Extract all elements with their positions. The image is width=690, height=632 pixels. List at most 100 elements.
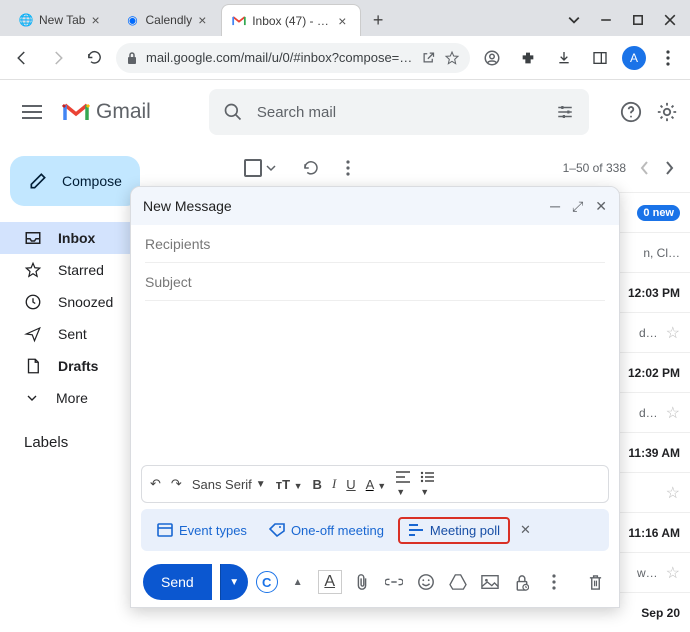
star-icon bbox=[24, 261, 42, 279]
calendly-extension-bar: Event types One-off meeting Meeting poll… bbox=[141, 509, 609, 551]
help-icon[interactable] bbox=[620, 101, 642, 123]
draft-icon bbox=[24, 357, 42, 375]
globe-icon: 🌐 bbox=[19, 13, 33, 27]
maximize-icon[interactable] bbox=[632, 14, 644, 26]
bold-icon[interactable]: B bbox=[313, 477, 322, 492]
ext-one-off-meeting[interactable]: One-off meeting bbox=[261, 519, 392, 542]
back-button[interactable] bbox=[8, 44, 36, 72]
tab-title: Calendly bbox=[145, 13, 192, 27]
dropdown-icon[interactable]: ▲ bbox=[286, 577, 310, 588]
gmail-icon bbox=[232, 14, 246, 28]
tab-title: New Tab bbox=[39, 13, 85, 27]
gmail-logo[interactable]: Gmail bbox=[62, 100, 151, 124]
send-options-button[interactable]: ▼ bbox=[220, 564, 248, 600]
calendly-c-icon[interactable]: C bbox=[256, 571, 278, 593]
clock-icon bbox=[24, 293, 42, 311]
compose-body[interactable] bbox=[131, 301, 619, 465]
font-selector[interactable]: Sans Serif ▼ bbox=[192, 477, 266, 492]
tag-icon bbox=[269, 523, 285, 537]
compose-window: New Message ─ ⤢ ✕ Recipients Subject ↶ ↷… bbox=[130, 186, 620, 608]
next-page-button[interactable] bbox=[664, 161, 674, 175]
emoji-icon[interactable] bbox=[414, 573, 438, 591]
compose-header[interactable]: New Message ─ ⤢ ✕ bbox=[131, 187, 619, 225]
text-color-icon[interactable]: A ▼ bbox=[366, 477, 387, 492]
main-menu-button[interactable] bbox=[12, 92, 52, 132]
settings-gear-icon[interactable] bbox=[656, 101, 678, 123]
sidebar-label: Starred bbox=[58, 262, 104, 278]
more-actions-icon[interactable] bbox=[346, 160, 350, 176]
chrome-titlebar: 🌐 New Tab × ◉ Calendly × Inbox (47) - a…… bbox=[0, 0, 690, 36]
confidential-lock-icon[interactable] bbox=[510, 574, 534, 591]
fullscreen-compose-icon[interactable]: ⤢ bbox=[572, 198, 583, 215]
sidepanel-icon[interactable] bbox=[586, 44, 614, 72]
mail-list-toolbar: 1–50 of 338 bbox=[228, 144, 690, 192]
minimize-compose-icon[interactable]: ─ bbox=[550, 198, 560, 215]
star-icon[interactable]: ☆ bbox=[666, 403, 680, 423]
italic-icon[interactable]: I bbox=[332, 476, 336, 492]
more-options-icon[interactable] bbox=[542, 574, 566, 590]
window-controls bbox=[554, 14, 690, 36]
undo-icon[interactable]: ↶ bbox=[150, 476, 161, 492]
drive-icon[interactable] bbox=[446, 574, 470, 590]
image-icon[interactable] bbox=[478, 574, 502, 590]
tab-close-icon[interactable]: × bbox=[338, 14, 352, 28]
profile-avatar[interactable]: A bbox=[622, 46, 646, 70]
search-mail-box[interactable]: Search mail bbox=[209, 89, 589, 135]
forward-button[interactable] bbox=[44, 44, 72, 72]
poll-icon bbox=[408, 523, 424, 537]
format-a-icon[interactable]: A bbox=[318, 570, 342, 594]
tab-strip: 🌐 New Tab × ◉ Calendly × Inbox (47) - a…… bbox=[0, 0, 554, 36]
extensions-icon[interactable] bbox=[514, 44, 542, 72]
tab-new-tab[interactable]: 🌐 New Tab × bbox=[8, 4, 114, 36]
close-compose-icon[interactable]: ✕ bbox=[595, 198, 607, 215]
underline-icon[interactable]: U bbox=[346, 477, 355, 492]
star-icon[interactable]: ☆ bbox=[666, 483, 680, 503]
tab-close-icon[interactable]: × bbox=[91, 13, 105, 27]
link-icon[interactable] bbox=[382, 576, 406, 588]
compose-button[interactable]: Compose bbox=[10, 156, 140, 206]
new-badge: 0 new bbox=[637, 205, 680, 221]
calendly-icon: ◉ bbox=[125, 13, 139, 27]
star-icon[interactable]: ☆ bbox=[666, 563, 680, 583]
chrome-menu-icon[interactable] bbox=[654, 44, 682, 72]
font-size-icon[interactable]: ᴛT ▼ bbox=[276, 477, 303, 492]
star-icon[interactable]: ☆ bbox=[666, 323, 680, 343]
attachment-icon[interactable] bbox=[350, 573, 374, 591]
tab-calendly[interactable]: ◉ Calendly × bbox=[114, 4, 221, 36]
search-options-icon[interactable] bbox=[555, 103, 575, 121]
omnibox[interactable]: mail.google.com/mail/u/0/#inbox?compose=… bbox=[116, 43, 470, 73]
ext-event-types[interactable]: Event types bbox=[149, 519, 255, 542]
ext-close-icon[interactable]: ✕ bbox=[520, 522, 531, 538]
minimize-icon[interactable] bbox=[600, 14, 612, 26]
new-tab-button[interactable]: + bbox=[365, 7, 391, 33]
compose-title: New Message bbox=[143, 198, 550, 214]
discard-trash-icon[interactable] bbox=[583, 574, 607, 591]
search-icon bbox=[223, 102, 243, 122]
gmail-brand-text: Gmail bbox=[96, 100, 151, 124]
redo-icon[interactable]: ↷ bbox=[171, 476, 182, 492]
recipients-field[interactable]: Recipients bbox=[145, 225, 605, 263]
select-all-checkbox[interactable] bbox=[244, 159, 276, 177]
chevron-down-icon bbox=[24, 390, 40, 406]
chevron-down-icon[interactable] bbox=[568, 14, 580, 26]
inbox-icon bbox=[24, 229, 42, 247]
pencil-icon bbox=[28, 171, 48, 191]
align-icon[interactable]: ▼ bbox=[396, 471, 410, 498]
prev-page-button[interactable] bbox=[640, 161, 650, 175]
close-icon[interactable] bbox=[664, 14, 676, 26]
reload-button[interactable] bbox=[80, 44, 108, 72]
tab-gmail[interactable]: Inbox (47) - a… × bbox=[221, 4, 361, 36]
share-icon[interactable] bbox=[421, 50, 436, 65]
url-text: mail.google.com/mail/u/0/#inbox?compose=… bbox=[146, 50, 413, 65]
subject-field[interactable]: Subject bbox=[145, 263, 605, 301]
bookmark-star-icon[interactable] bbox=[444, 50, 460, 66]
account-icon[interactable] bbox=[478, 44, 506, 72]
tab-close-icon[interactable]: × bbox=[198, 13, 212, 27]
downloads-icon[interactable] bbox=[550, 44, 578, 72]
refresh-button[interactable] bbox=[302, 159, 320, 177]
send-button[interactable]: Send bbox=[143, 564, 212, 600]
list-icon[interactable]: ▼ bbox=[420, 471, 434, 498]
sidebar-label: Snoozed bbox=[58, 294, 113, 310]
ext-meeting-poll[interactable]: Meeting poll bbox=[398, 517, 510, 544]
compose-label: Compose bbox=[62, 173, 122, 189]
